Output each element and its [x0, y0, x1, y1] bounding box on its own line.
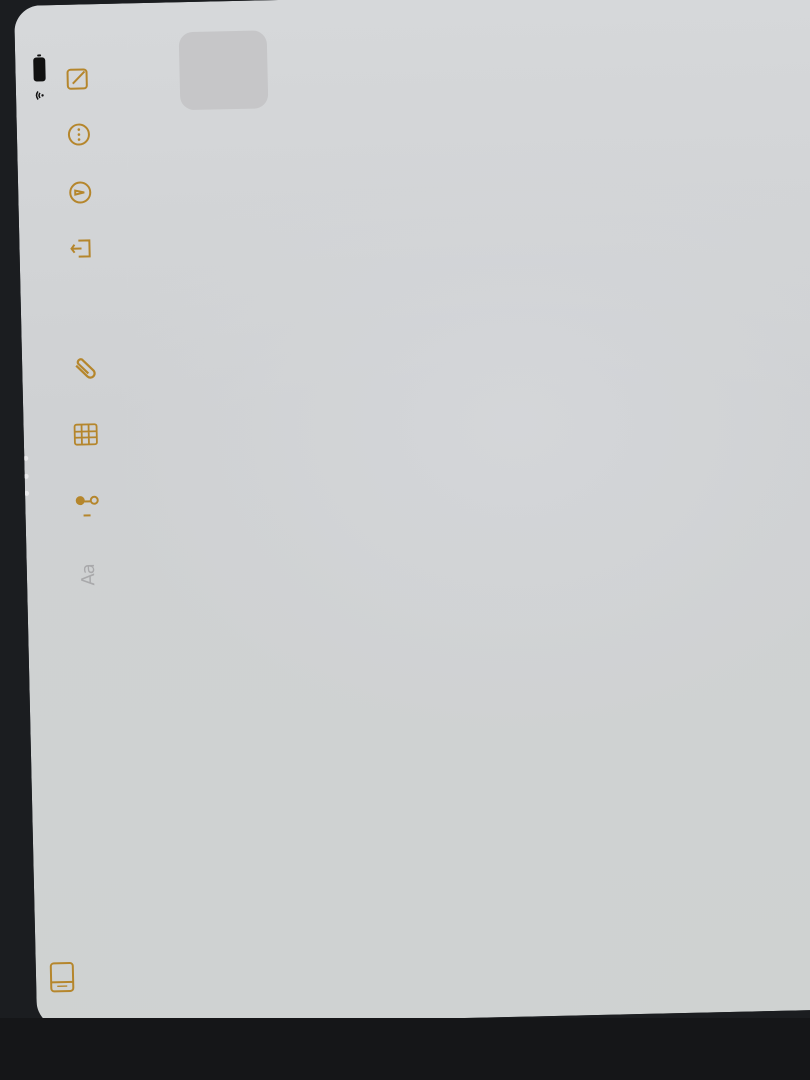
- ipad-screen: Aa: [14, 0, 810, 1028]
- ellipsis-circle-icon: [67, 123, 90, 146]
- format-button[interactable]: Aa: [64, 550, 113, 599]
- sidebar-icon: [49, 961, 75, 993]
- share-button[interactable]: [57, 224, 106, 273]
- text-format-icon: Aa: [78, 563, 100, 586]
- square-pencil-icon: [66, 68, 88, 90]
- note-body[interactable]: [137, 129, 795, 963]
- checklist-icon: [75, 495, 99, 517]
- share-icon: [70, 239, 91, 258]
- pen-tip-circle-icon: [69, 181, 92, 204]
- more-button[interactable]: [54, 110, 103, 159]
- new-note-button[interactable]: [53, 54, 102, 103]
- checklist-button[interactable]: [63, 480, 112, 529]
- paperclip-icon: [75, 358, 96, 379]
- notes-toolbar: Aa: [53, 44, 121, 645]
- sidebar-toggle-button[interactable]: [44, 957, 81, 998]
- wifi-icon: [35, 91, 44, 100]
- device-bezel: [0, 1018, 810, 1080]
- split-view-handle[interactable]: [18, 455, 33, 496]
- table-icon: [73, 423, 98, 446]
- markup-button[interactable]: [56, 168, 105, 217]
- status-bar: [29, 51, 54, 112]
- attach-button[interactable]: [60, 346, 109, 395]
- note-thumbnail[interactable]: [178, 30, 269, 111]
- battery-icon: [33, 57, 46, 82]
- table-button[interactable]: [61, 410, 110, 459]
